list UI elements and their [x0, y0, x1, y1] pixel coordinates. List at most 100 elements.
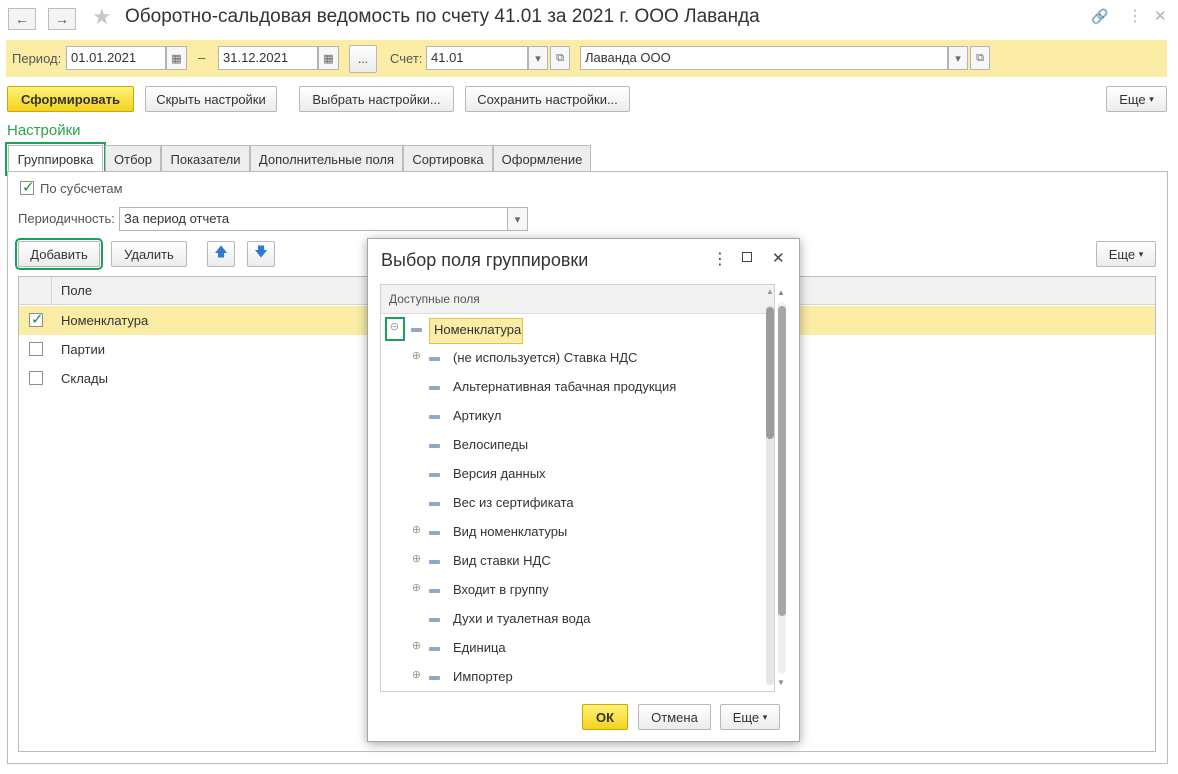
add-button[interactable]: Добавить	[15, 238, 103, 270]
tree-scrollbar[interactable]: ▲	[765, 285, 774, 691]
hide-settings-button[interactable]: Скрыть настройки	[145, 86, 277, 112]
tree-item-label: Вес из сертификата	[453, 495, 574, 510]
expand-icon[interactable]: ⊕	[411, 670, 422, 681]
ok-button[interactable]: ОК	[582, 704, 628, 730]
field-icon	[429, 502, 440, 506]
scroll-thumb[interactable]	[778, 306, 786, 616]
tree-item-label: Номенклатура	[434, 322, 522, 337]
tree-header: Доступные поля	[381, 285, 774, 314]
row-checkbox[interactable]	[29, 371, 43, 385]
more-label: Еще	[1108, 246, 1136, 262]
tree-item[interactable]: ⊕ Вид номенклатуры	[381, 518, 761, 547]
periodicity-select[interactable]: За период отчета	[119, 207, 508, 231]
by-subaccounts-checkbox[interactable]: ✓	[20, 179, 35, 196]
date-to-field[interactable]: 31.12.2021	[218, 46, 318, 70]
period-choose-button[interactable]: ...	[349, 45, 377, 73]
tree-item[interactable]: Велосипеды	[381, 431, 761, 460]
field-icon	[429, 531, 440, 535]
tab-additional-fields[interactable]: Дополнительные поля	[250, 145, 403, 172]
tree-item[interactable]: Версия данных	[381, 460, 761, 489]
delete-button[interactable]: Удалить	[111, 241, 187, 267]
move-up-button[interactable]: 🡅	[207, 241, 235, 267]
cancel-button[interactable]: Отмена	[638, 704, 711, 730]
scroll-up-icon[interactable]: ▲	[766, 287, 774, 296]
tree-item[interactable]: ⊕ Импортер	[381, 663, 761, 691]
choose-settings-button[interactable]: Выбрать настройки...	[299, 86, 454, 112]
link-icon[interactable]: 🔗	[1091, 8, 1108, 25]
field-icon	[429, 386, 440, 390]
tree-item[interactable]: ⊕ Вид ставки НДС	[381, 547, 761, 576]
more-button[interactable]: Еще ▾	[1106, 86, 1167, 112]
grouping-field-dialog: Выбор поля группировки ⋮ ✕ Доступные пол…	[367, 238, 800, 742]
tree-item-label: Духи и туалетная вода	[453, 611, 591, 626]
tree-item[interactable]: Духи и туалетная вода	[381, 605, 761, 634]
more-label: Еще	[732, 709, 760, 725]
chevron-down-icon: ▾	[762, 711, 768, 722]
scroll-thumb[interactable]	[766, 307, 774, 439]
tree-item-label: Входит в группу	[453, 582, 549, 597]
tab-sorting[interactable]: Сортировка	[403, 145, 493, 172]
tree-item[interactable]: Вес из сертификата	[381, 489, 761, 518]
tree-item[interactable]: ⊕ Входит в группу	[381, 576, 761, 605]
chevron-down-icon[interactable]: ▾	[948, 46, 968, 70]
page-title: Оборотно-сальдовая ведомость по счету 41…	[125, 6, 760, 27]
field-icon	[411, 328, 422, 332]
open-icon[interactable]: ⧉	[550, 46, 570, 70]
tab-indicators[interactable]: Показатели	[161, 145, 250, 172]
checkmark-icon: ✓	[22, 179, 35, 196]
scroll-down-icon[interactable]: ▼	[777, 678, 785, 687]
field-icon	[429, 618, 440, 622]
calendar-icon[interactable]: ▦	[166, 46, 187, 70]
move-down-button[interactable]: 🡇	[247, 241, 275, 267]
field-icon	[429, 473, 440, 477]
expand-icon[interactable]: ⊕	[411, 641, 422, 652]
tree-item[interactable]: ⊕ (не используется) Ставка НДС	[381, 344, 761, 373]
tree-item-label: Вид номенклатуры	[453, 524, 568, 539]
forward-button[interactable]: →	[48, 8, 76, 30]
date-from-field[interactable]: 01.01.2021	[66, 46, 166, 70]
account-field[interactable]: 41.01	[426, 46, 528, 70]
chevron-down-icon[interactable]: ▾	[507, 207, 528, 231]
expand-icon[interactable]: ⊕	[411, 554, 422, 565]
tree-item[interactable]: Артикул	[381, 402, 761, 431]
chevron-down-icon[interactable]: ▾	[528, 46, 548, 70]
collapse-icon[interactable]: ⊝	[389, 322, 400, 333]
open-icon[interactable]: ⧉	[970, 46, 990, 70]
scroll-up-icon[interactable]: ▲	[777, 288, 785, 297]
tab-grouping[interactable]: Группировка	[5, 142, 106, 176]
row-label: Партии	[61, 342, 105, 357]
expand-icon[interactable]: ⊕	[411, 525, 422, 536]
expand-icon[interactable]: ⊕	[411, 351, 422, 362]
grid-more-button[interactable]: Еще ▾	[1096, 241, 1156, 267]
tree-item[interactable]: Альтернативная табачная продукция	[381, 373, 761, 402]
generate-button[interactable]: Сформировать	[7, 86, 134, 112]
account-label: Счет:	[390, 51, 423, 66]
tree-item-label: Единица	[453, 640, 506, 655]
row-checkbox[interactable]	[29, 342, 43, 356]
more-vertical-icon[interactable]: ⋮	[1127, 6, 1143, 26]
dialog-more-button[interactable]: Еще ▾	[720, 704, 780, 730]
dialog-scrollbar[interactable]: ▲ ▼	[776, 284, 788, 692]
field-icon	[429, 676, 440, 680]
back-button[interactable]: ←	[8, 8, 36, 30]
tab-appearance[interactable]: Оформление	[493, 145, 591, 172]
expand-icon[interactable]: ⊕	[411, 583, 422, 594]
save-settings-button[interactable]: Сохранить настройки...	[465, 86, 630, 112]
more-vertical-icon[interactable]: ⋮	[712, 249, 728, 269]
close-icon[interactable]: ✕	[772, 249, 785, 267]
field-icon	[429, 415, 440, 419]
row-checkbox[interactable]: ✓	[29, 311, 44, 328]
organization-field[interactable]: Лаванда ООО	[580, 46, 948, 70]
star-icon[interactable]: ★	[92, 4, 112, 30]
chevron-down-icon: ▾	[1138, 248, 1144, 259]
tree-item-label: Версия данных	[453, 466, 546, 481]
field-icon	[429, 589, 440, 593]
tab-filter[interactable]: Отбор	[105, 145, 161, 172]
tree-item[interactable]: ⊕ Единица	[381, 634, 761, 663]
calendar-icon[interactable]: ▦	[318, 46, 339, 70]
maximize-icon[interactable]	[742, 252, 752, 262]
tree-item-root[interactable]: ⊝ Номенклатура	[381, 315, 761, 344]
tree-item-label: Альтернативная табачная продукция	[453, 379, 677, 394]
close-icon[interactable]: ✕	[1154, 7, 1167, 25]
tree-item-label: Вид ставки НДС	[453, 553, 551, 568]
